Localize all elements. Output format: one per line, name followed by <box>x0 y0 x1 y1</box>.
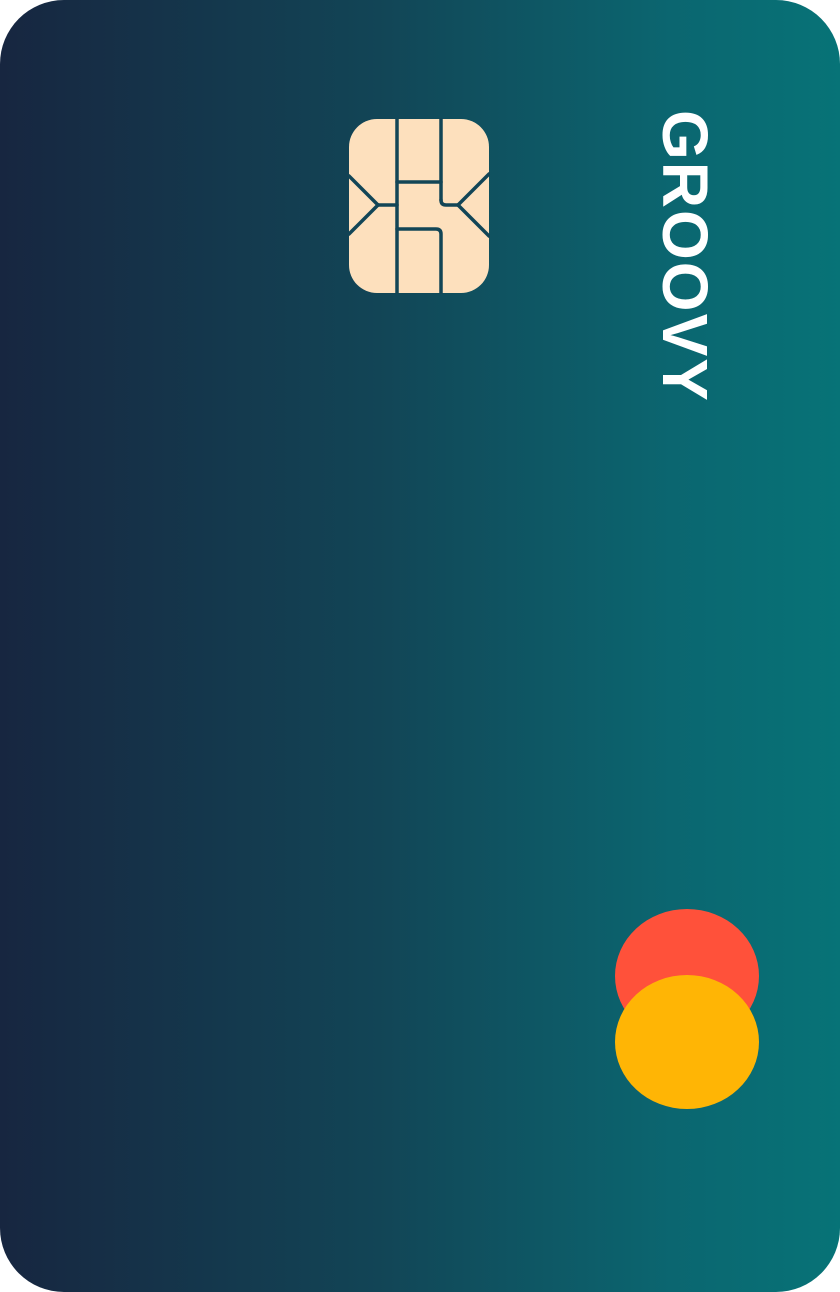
payment-card: GROOVY <box>0 0 840 1292</box>
card-network-logo-icon <box>615 909 759 1109</box>
network-circle-bottom <box>615 975 759 1109</box>
brand-logo: GROOVY <box>649 110 721 420</box>
brand-name: GROOVY <box>649 110 721 403</box>
emv-chip-icon <box>348 118 490 294</box>
